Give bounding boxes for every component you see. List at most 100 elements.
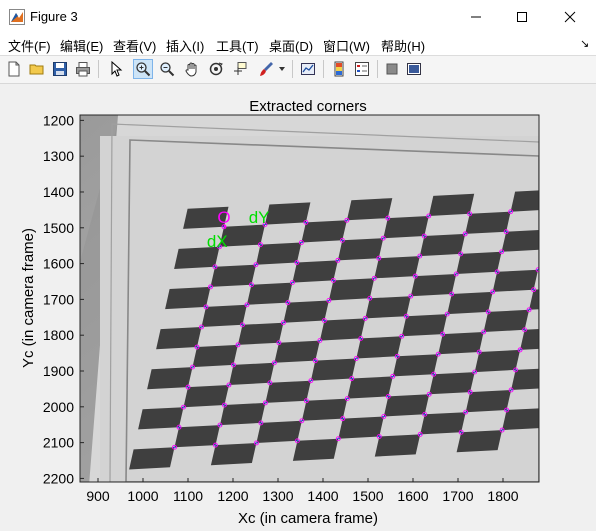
checker-square (165, 286, 211, 310)
checker-square (420, 412, 466, 435)
checker-square (374, 434, 421, 457)
y-tick-label: 1200 (43, 112, 74, 128)
checker-square (265, 202, 311, 225)
pan-button[interactable] (182, 59, 202, 79)
menu-insert[interactable]: 插入(I) (166, 36, 204, 55)
checker-square (447, 291, 493, 315)
checker-square (593, 185, 596, 207)
calibration-image (80, 115, 596, 482)
x-tick-label: 1500 (352, 488, 383, 504)
corner-marker (577, 266, 581, 270)
x-tick-label: 1400 (307, 488, 338, 504)
hide-plot-tools-button[interactable] (382, 59, 402, 79)
print-button[interactable] (73, 59, 93, 79)
checker-square (383, 394, 430, 417)
print-icon (76, 62, 90, 77)
insert-legend-button[interactable] (352, 59, 372, 79)
link-plot-button[interactable] (298, 59, 318, 79)
checker-square (237, 322, 284, 345)
y-tick-label: 2100 (43, 435, 74, 451)
checker-square (419, 233, 466, 257)
checker-square (501, 230, 539, 252)
checker-square (502, 408, 539, 431)
y-tick-label: 1700 (43, 291, 74, 307)
data-cursor-button[interactable] (230, 59, 250, 79)
toolbar-separator (292, 60, 293, 78)
corner-marker (587, 404, 591, 408)
brush-dropdown-button[interactable] (277, 59, 287, 79)
open-file-button[interactable] (27, 59, 47, 79)
checker-square (566, 306, 596, 328)
maximize-icon (517, 11, 527, 22)
link-plot-icon (301, 63, 315, 75)
y-tick-label: 1400 (43, 184, 74, 200)
matlab-figure-icon (9, 9, 25, 25)
y-tick-label: 1300 (43, 148, 74, 164)
corner-marker (545, 228, 549, 232)
checker-square (584, 225, 596, 247)
zoom-out-button[interactable] (157, 59, 177, 79)
checker-square (356, 336, 402, 359)
rotate-3d-button[interactable] (206, 59, 226, 79)
menu-bar: 文件(F) 编辑(E) 查看(V) 插入(I) 工具(T) 桌面(D) 窗口(W… (0, 33, 596, 56)
toolbar-separator (98, 60, 99, 78)
checker-square (365, 296, 411, 319)
y-tick-label: 1900 (43, 363, 74, 379)
y-tick-label: 1600 (43, 256, 74, 272)
save-button[interactable] (50, 59, 70, 79)
corner-marker (550, 386, 554, 390)
menu-edit[interactable]: 编辑(E) (60, 36, 103, 55)
x-tick-label: 1200 (217, 488, 248, 504)
checker-square (401, 314, 448, 337)
checker-square (456, 430, 503, 453)
maximize-button[interactable] (498, 0, 546, 33)
checker-square (156, 327, 202, 350)
checker-square (301, 398, 348, 421)
menu-window[interactable]: 窗口(W) (323, 36, 370, 55)
corner-marker (591, 384, 595, 388)
minimize-button[interactable] (452, 0, 500, 33)
pointer-button[interactable] (106, 59, 126, 79)
checker-square (220, 402, 266, 426)
menu-file[interactable]: 文件(F) (8, 36, 51, 55)
toolbar-separator (323, 60, 324, 78)
chart-title: Extracted corners (249, 98, 367, 115)
checker-square (174, 425, 220, 448)
checker-square (347, 376, 393, 399)
x-tick-label: 1800 (487, 488, 518, 504)
y-tick-label: 1500 (43, 220, 74, 236)
checker-square (183, 385, 229, 408)
y-axis-ticks: 1200 1300 1400 1500 1600 1700 1800 1900 2000 2100… (43, 112, 84, 486)
checker-square (538, 265, 539, 270)
plot-canvas[interactable]: Extracted corners OdYdX 900 1000 1100 1200 1… (0, 84, 596, 531)
brush-button[interactable] (256, 59, 276, 79)
menu-view[interactable]: 查看(V) (113, 36, 156, 55)
dock-arrow-icon[interactable]: ↘ (580, 37, 589, 50)
y-tick-label: 2000 (43, 399, 74, 415)
new-figure-button[interactable] (4, 59, 24, 79)
figure-area: Extracted corners OdY dX 900 1000 1100 1200 1… (0, 84, 596, 531)
menu-tools[interactable]: 工具(T) (216, 36, 259, 55)
corner-marker (546, 406, 550, 410)
zoom-in-button[interactable] (133, 59, 153, 79)
checker-square (310, 358, 357, 381)
show-plot-tools-button[interactable] (404, 59, 424, 79)
checker-square (138, 407, 184, 430)
corner-marker (591, 205, 595, 209)
toolbar-separator (377, 60, 378, 78)
checker-square (246, 282, 293, 305)
save-icon (53, 62, 67, 76)
corner-marker (564, 326, 568, 330)
checker-square (492, 269, 539, 292)
menu-help[interactable]: 帮助(H) (381, 36, 425, 55)
checker-square (392, 354, 439, 377)
menu-desktop[interactable]: 桌面(D) (269, 36, 313, 55)
checker-square (301, 220, 347, 243)
open-file-icon (29, 64, 44, 75)
insert-colorbar-button[interactable] (329, 59, 349, 79)
corner-marker (541, 248, 545, 252)
close-button[interactable] (546, 0, 594, 33)
checker-square (337, 238, 384, 261)
checker-square (529, 289, 539, 310)
pan-icon (185, 62, 197, 77)
